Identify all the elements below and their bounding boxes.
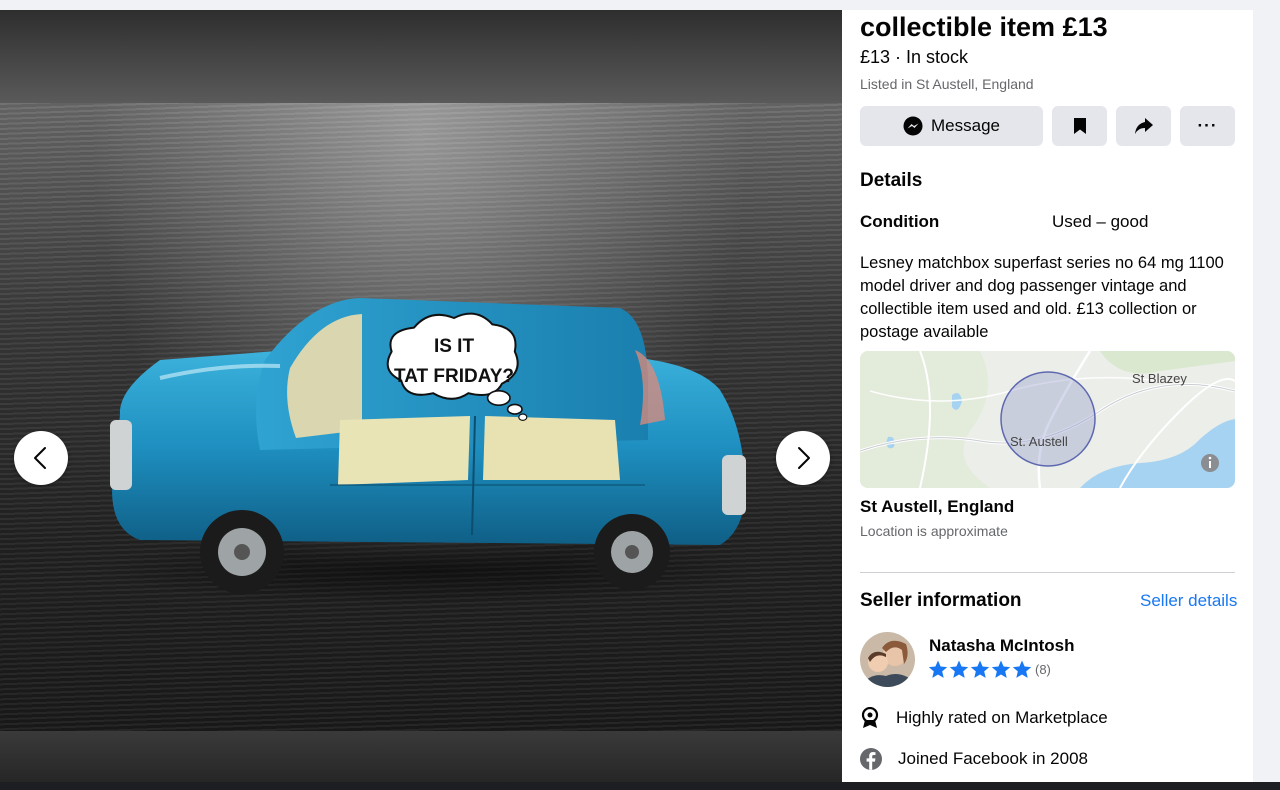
previous-photo-button[interactable] xyxy=(14,431,68,485)
seller-details-link[interactable]: Seller details xyxy=(1140,591,1237,611)
joined-facebook-row: Joined Facebook in 2008 xyxy=(860,748,1088,770)
map-label-st-blazey: St Blazey xyxy=(1132,371,1187,386)
seller-name[interactable]: Natasha McIntosh xyxy=(929,636,1074,656)
star-icon xyxy=(991,660,1011,678)
more-icon: ··· xyxy=(1197,116,1218,135)
thought-bubble-text: IS IT TAT FRIDAY? xyxy=(368,332,540,392)
star-icon xyxy=(928,660,948,678)
more-options-button[interactable]: ··· xyxy=(1180,106,1235,146)
location-name: St Austell, England xyxy=(860,497,1015,516)
rating-count: (8) xyxy=(1035,662,1051,677)
badge-icon xyxy=(861,707,879,728)
bubble-line-1: IS IT xyxy=(433,336,475,357)
messenger-icon xyxy=(903,116,923,136)
photo-top-blur xyxy=(0,10,842,103)
star-icon xyxy=(949,660,969,678)
listing-description: Lesney matchbox superfast series no 64 m… xyxy=(860,254,1224,341)
listed-location: Listed in St Austell, England xyxy=(860,76,1034,92)
location-note: Location is approximate xyxy=(860,523,1008,539)
bubble-line-2: TAT FRIDAY? xyxy=(394,366,514,387)
highly-rated-row: Highly rated on Marketplace xyxy=(860,707,1108,729)
condition-value: Used – good xyxy=(1052,212,1149,231)
highly-rated-text: Highly rated on Marketplace xyxy=(896,708,1108,727)
star-icon xyxy=(970,660,990,678)
facebook-icon xyxy=(860,748,882,770)
chevron-left-icon xyxy=(34,447,46,469)
message-label: Message xyxy=(931,116,1000,135)
section-divider xyxy=(860,572,1235,573)
bottom-bar xyxy=(0,782,1280,790)
seller-avatar[interactable] xyxy=(860,632,915,687)
listing-title: collectible item £13 xyxy=(860,12,1108,42)
avatar-photo xyxy=(860,632,915,687)
seller-rating: (8) xyxy=(928,660,1051,679)
joined-text: Joined Facebook in 2008 xyxy=(898,749,1088,768)
price-stock: £13 · In stock xyxy=(860,47,969,67)
share-button[interactable] xyxy=(1116,106,1171,146)
message-button[interactable]: Message xyxy=(860,106,1043,146)
bookmark-icon xyxy=(1073,118,1086,134)
photo-bottom-blur xyxy=(0,731,842,782)
chevron-right-icon xyxy=(798,447,810,469)
listing-details-panel: collectible item £13 £13 · In stock List… xyxy=(842,10,1253,782)
seller-info-heading: Seller information xyxy=(860,590,1022,611)
location-map[interactable]: St. Austell St Blazey xyxy=(860,351,1235,488)
next-photo-button[interactable] xyxy=(776,431,830,485)
photo-viewer: IS IT TAT FRIDAY? xyxy=(0,10,842,782)
details-heading: Details xyxy=(860,170,923,191)
map-label-st-austell: St. Austell xyxy=(1010,434,1068,449)
share-icon xyxy=(1134,118,1153,134)
star-icon xyxy=(1012,660,1032,678)
save-button[interactable] xyxy=(1052,106,1107,146)
condition-label: Condition xyxy=(860,212,940,231)
map-graphic: St. Austell St Blazey xyxy=(860,351,1235,488)
